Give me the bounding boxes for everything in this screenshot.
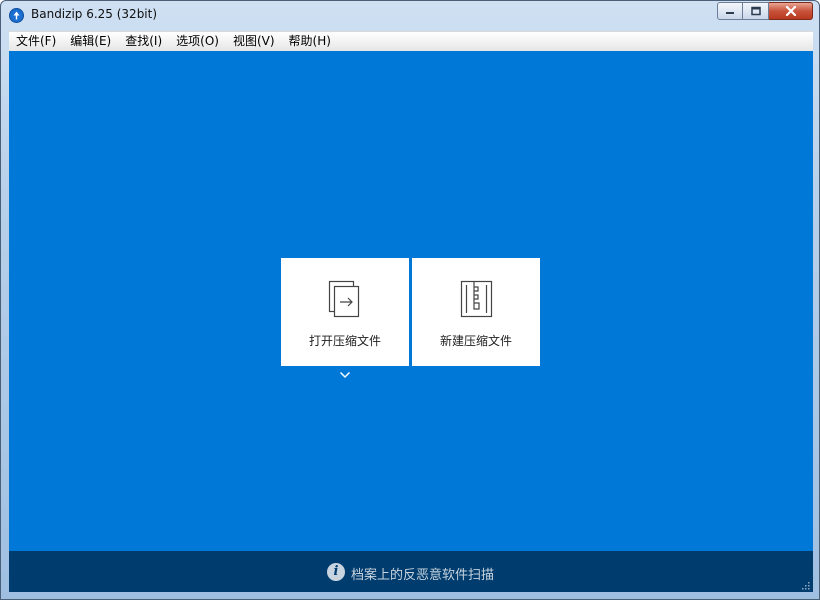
open-archive-button[interactable]: 打开压缩文件 xyxy=(281,258,409,366)
new-archive-icon xyxy=(460,280,493,318)
menu-options[interactable]: 选项(O) xyxy=(169,32,226,51)
window-bottom-border xyxy=(1,592,819,600)
minimize-icon xyxy=(726,12,734,14)
maximize-button[interactable] xyxy=(743,2,769,20)
menu-edit[interactable]: 编辑(E) xyxy=(63,32,118,51)
minimize-button[interactable] xyxy=(717,2,743,20)
caption-buttons xyxy=(717,2,813,21)
antimalware-scan-link[interactable]: 档案上的反恶意软件扫描 xyxy=(351,564,494,583)
app-window: Bandizip 6.25 (32bit) 文件(F) 编辑(E) 查找(I) … xyxy=(0,0,820,600)
new-archive-button[interactable]: 新建压缩文件 xyxy=(412,258,540,366)
info-icon: i xyxy=(327,563,345,581)
menu-file[interactable]: 文件(F) xyxy=(9,32,63,51)
open-archive-icon xyxy=(328,280,360,318)
status-bar: i 档案上的反恶意软件扫描 xyxy=(9,551,813,592)
resize-grip-icon[interactable] xyxy=(800,580,810,590)
close-button[interactable] xyxy=(769,2,813,20)
maximize-icon xyxy=(750,6,761,16)
close-icon xyxy=(785,6,796,16)
window-title: Bandizip 6.25 (32bit) xyxy=(31,7,158,21)
main-panel: 打开压缩文件 新建压缩文件 xyxy=(9,51,813,551)
menu-help[interactable]: 帮助(H) xyxy=(282,32,338,51)
bandizip-icon[interactable] xyxy=(9,8,24,23)
menu-view[interactable]: 视图(V) xyxy=(226,32,282,51)
open-archive-label: 打开压缩文件 xyxy=(308,334,381,348)
menu-bar: 文件(F) 编辑(E) 查找(I) 选项(O) 视图(V) 帮助(H) xyxy=(9,31,813,52)
new-archive-label: 新建压缩文件 xyxy=(439,334,512,348)
menu-find[interactable]: 查找(I) xyxy=(118,32,169,51)
title-bar[interactable]: Bandizip 6.25 (32bit) xyxy=(1,1,819,29)
chevron-down-icon[interactable] xyxy=(339,371,351,379)
